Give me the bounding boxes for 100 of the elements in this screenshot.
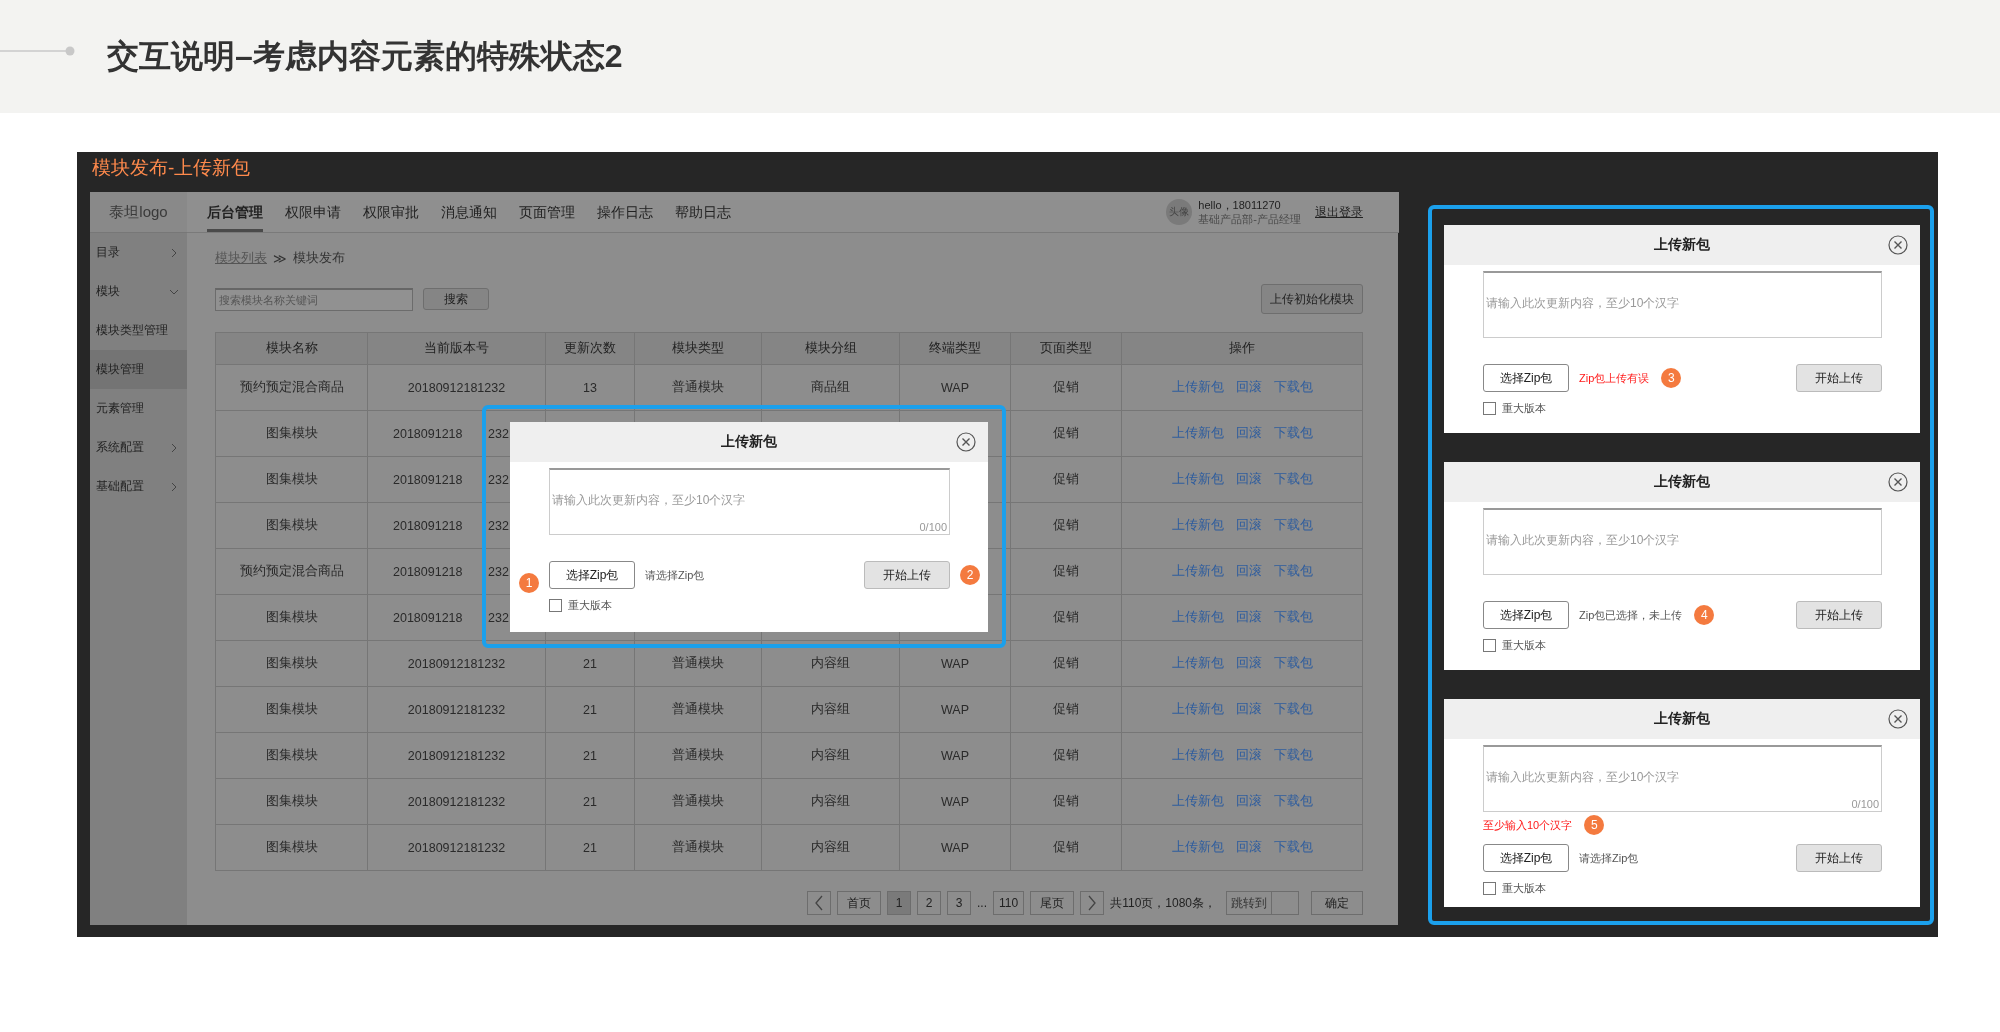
row-action-link[interactable]: 回滚 <box>1235 609 1262 626</box>
row-action-link[interactable]: 回滚 <box>1235 655 1262 672</box>
row-action-link[interactable]: 回滚 <box>1235 839 1262 856</box>
table-cell: 21 <box>583 748 597 763</box>
select-zip-button[interactable]: 选择Zip包 <box>1483 364 1569 392</box>
row-action-link[interactable]: 回滚 <box>1235 471 1262 488</box>
page-button[interactable]: 2 <box>917 891 941 915</box>
row-action-link[interactable]: 下载包 <box>1273 655 1313 672</box>
row-action-link[interactable]: 下载包 <box>1273 793 1313 810</box>
close-icon[interactable] <box>1888 472 1908 492</box>
row-action-link[interactable]: 上传新包 <box>1171 379 1224 396</box>
select-zip-button[interactable]: 选择Zip包 <box>549 561 635 589</box>
close-icon[interactable] <box>1888 709 1908 729</box>
sidebar-item[interactable]: 元素管理 <box>90 389 187 428</box>
breadcrumb-link[interactable]: 模块列表 <box>215 249 267 267</box>
table-cell: WAP <box>941 656 969 671</box>
prev-page-button[interactable] <box>807 891 831 915</box>
row-action-link[interactable]: 上传新包 <box>1171 517 1224 534</box>
row-action-link[interactable]: 回滚 <box>1235 701 1262 718</box>
row-action-link[interactable]: 下载包 <box>1273 563 1313 580</box>
row-action-link[interactable]: 上传新包 <box>1171 839 1224 856</box>
checkbox[interactable] <box>1483 402 1496 415</box>
table-cell: 21 <box>583 794 597 809</box>
row-action-link[interactable]: 下载包 <box>1273 701 1313 718</box>
page-button[interactable]: 1 <box>887 891 911 915</box>
select-zip-button[interactable]: 选择Zip包 <box>1483 844 1569 872</box>
jump-page-field[interactable] <box>1271 891 1299 915</box>
row-action-link[interactable]: 下载包 <box>1273 379 1313 396</box>
table-cell: 内容组 <box>811 748 850 762</box>
row-action-link[interactable]: 上传新包 <box>1171 425 1224 442</box>
row-action-link[interactable]: 下载包 <box>1273 425 1313 442</box>
nav-tab[interactable]: 权限申请 <box>285 192 341 232</box>
table-cell: 232 <box>488 610 509 625</box>
row-action-link[interactable]: 下载包 <box>1273 471 1313 488</box>
row-action-link[interactable]: 上传新包 <box>1171 471 1224 488</box>
next-page-button[interactable] <box>1080 891 1105 915</box>
sidebar-item[interactable]: 目录 <box>90 233 187 272</box>
table-cell: 图集模块 <box>215 594 368 641</box>
start-upload-button[interactable]: 开始上传 <box>1796 364 1882 392</box>
sidebar-item[interactable]: 系统配置 <box>90 428 187 467</box>
table-cell: 普通模块 <box>672 380 724 394</box>
table-cell: 商品组 <box>811 380 850 394</box>
nav-tab[interactable]: 操作日志 <box>597 192 653 232</box>
row-action-link[interactable]: 回滚 <box>1235 563 1262 580</box>
row-action-link[interactable]: 上传新包 <box>1171 793 1224 810</box>
table-cell: 13 <box>583 380 597 395</box>
chevron-left-icon <box>814 895 824 911</box>
nav-tab[interactable]: 页面管理 <box>519 192 575 232</box>
close-icon[interactable] <box>1888 235 1908 255</box>
row-action-link[interactable]: 上传新包 <box>1171 563 1224 580</box>
checkbox[interactable] <box>1483 639 1496 652</box>
table-cell: 20180912181232 <box>367 824 546 871</box>
table-cell: 20180912181232 <box>367 364 546 411</box>
table-cell: 促销 <box>1010 778 1122 825</box>
row-action-link[interactable]: 上传新包 <box>1171 609 1224 626</box>
nav-tab[interactable]: 后台管理 <box>207 192 263 232</box>
row-action-link[interactable]: 回滚 <box>1235 793 1262 810</box>
row-action-link[interactable]: 上传新包 <box>1171 655 1224 672</box>
row-action-link[interactable]: 下载包 <box>1273 517 1313 534</box>
start-upload-button[interactable]: 开始上传 <box>1796 844 1882 872</box>
dialog-title: 上传新包 <box>1654 236 1710 254</box>
row-action-link[interactable]: 下载包 <box>1273 609 1313 626</box>
checkbox[interactable] <box>549 599 562 612</box>
nav-tab[interactable]: 帮助日志 <box>675 192 731 232</box>
row-action-link[interactable]: 回滚 <box>1235 747 1262 764</box>
nav-tab[interactable]: 消息通知 <box>441 192 497 232</box>
column-header: 模块类型 <box>634 332 762 365</box>
sidebar-item[interactable]: 模块类型管理 <box>90 311 187 350</box>
checkbox-label: 重大版本 <box>568 598 612 613</box>
row-action-link[interactable]: 上传新包 <box>1171 747 1224 764</box>
row-action-link[interactable]: 回滚 <box>1235 379 1262 396</box>
logout-link[interactable]: 退出登录 <box>1315 203 1363 221</box>
search-button[interactable]: 搜索 <box>423 288 489 310</box>
select-zip-button[interactable]: 选择Zip包 <box>1483 601 1569 629</box>
sidebar-item[interactable]: 基础配置 <box>90 467 187 506</box>
sidebar-item[interactable]: 模块 <box>90 272 187 311</box>
first-page-button[interactable]: 首页 <box>837 891 881 915</box>
sidebar-item[interactable]: 模块管理 <box>90 350 187 389</box>
upload-init-module-button[interactable]: 上传初始化模块 <box>1261 284 1363 314</box>
column-header: 更新次数 <box>545 332 635 365</box>
nav-tab[interactable]: 权限审批 <box>363 192 419 232</box>
close-icon[interactable] <box>956 432 976 452</box>
update-field[interactable]: 请输入此次更新内容，至少10个汉字 <box>1483 271 1882 338</box>
row-action-link[interactable]: 回滚 <box>1235 425 1262 442</box>
confirm-button[interactable]: 确定 <box>1311 891 1363 915</box>
page-button[interactable]: 3 <box>947 891 971 915</box>
dialog-title: 上传新包 <box>1654 473 1710 491</box>
row-action-link[interactable]: 上传新包 <box>1171 701 1224 718</box>
checkbox[interactable] <box>1483 882 1496 895</box>
row-action-link[interactable]: 下载包 <box>1273 839 1313 856</box>
table-cell: 图集模块 <box>215 456 368 503</box>
annotation-badge: 3 <box>1661 368 1682 388</box>
row-action-link[interactable]: 下载包 <box>1273 747 1313 764</box>
row-action-link[interactable]: 回滚 <box>1235 517 1262 534</box>
start-upload-button[interactable]: 开始上传 <box>864 561 950 589</box>
last-page-button[interactable]: 尾页 <box>1030 891 1075 915</box>
page-button[interactable]: 110 <box>993 891 1025 915</box>
char-counter: 0/100 <box>919 521 947 533</box>
update-field[interactable]: 请输入此次更新内容，至少10个汉字 <box>1483 508 1882 575</box>
start-upload-button[interactable]: 开始上传 <box>1796 601 1882 629</box>
